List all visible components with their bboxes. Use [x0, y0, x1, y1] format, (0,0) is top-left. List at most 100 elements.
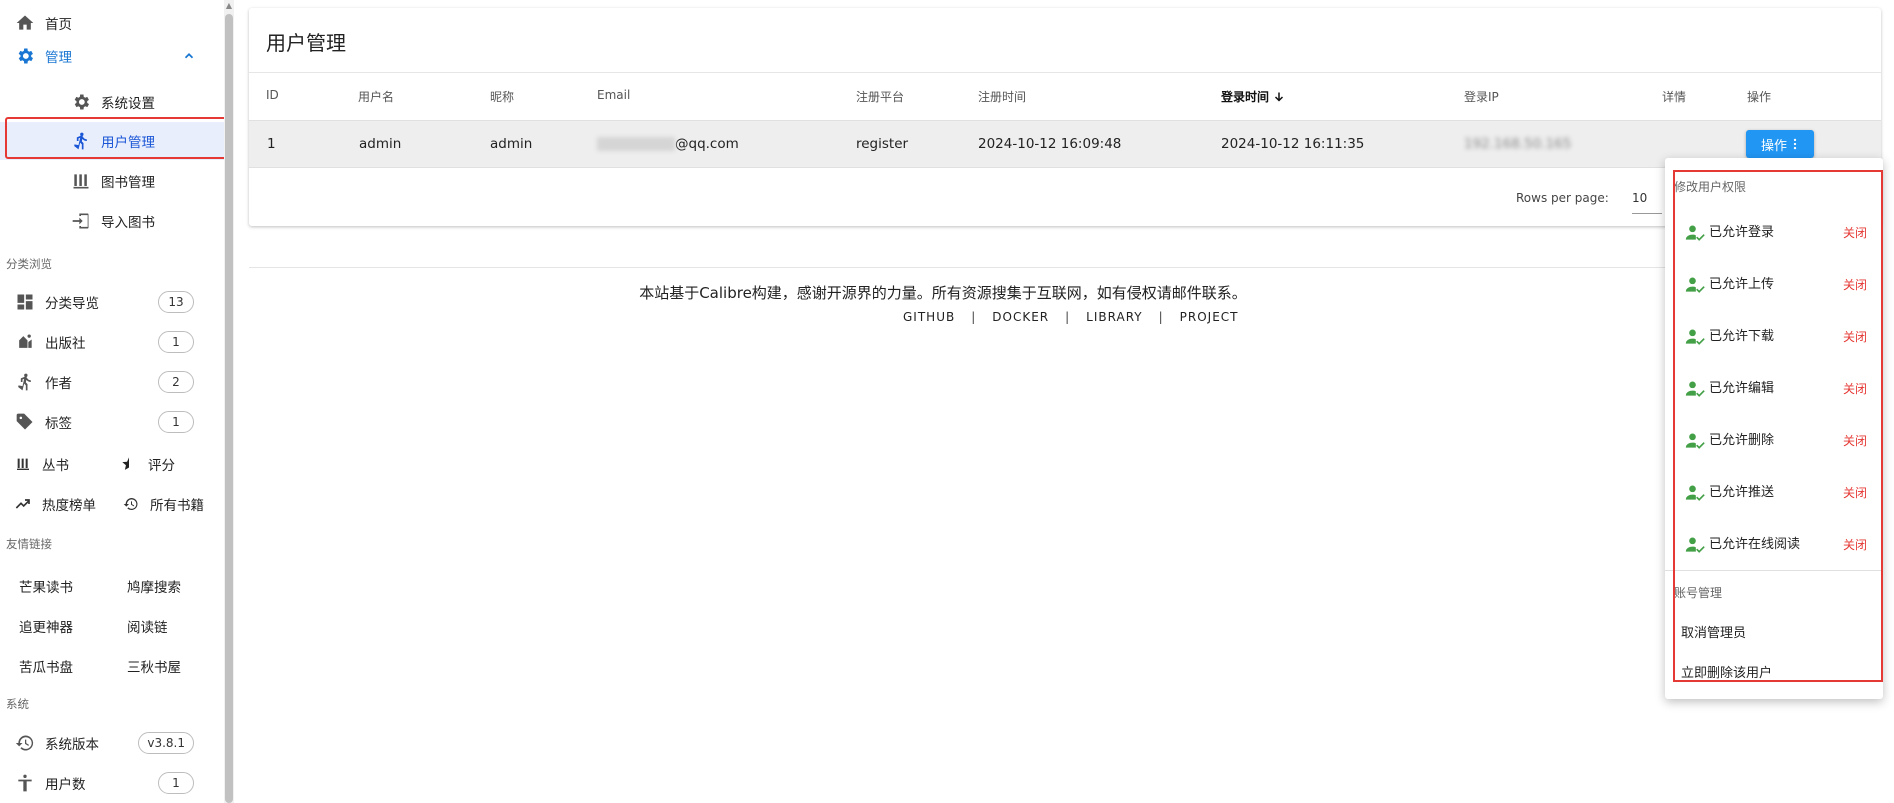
menu-item-label: 已允许登录: [1709, 225, 1775, 240]
sidebar-item-label: 图书管理: [101, 175, 155, 191]
friend-link[interactable]: 三秋书屋: [127, 656, 181, 676]
person-check-icon: [1685, 327, 1705, 347]
gear-icon: [70, 91, 92, 113]
footer-link-github[interactable]: GITHUB: [903, 310, 955, 324]
sidebar-item-book-management[interactable]: 图书管理: [0, 162, 224, 200]
sidebar-item-series[interactable]: 丛书: [14, 445, 69, 483]
col-detail[interactable]: 详情: [1662, 88, 1686, 105]
menu-item-allow-delete[interactable]: 已允许删除 关闭: [1665, 413, 1883, 465]
person-check-icon: [1685, 379, 1705, 399]
footer-link-project[interactable]: PROJECT: [1180, 310, 1239, 324]
col-id[interactable]: ID: [266, 88, 279, 102]
sidebar-item-label: 首页: [45, 17, 72, 33]
more-vert-icon: [1791, 137, 1799, 151]
sidebar-item-system-settings[interactable]: 系统设置: [0, 83, 224, 121]
sidebar-item-users[interactable]: 用户数 1: [0, 764, 224, 802]
menu-item-allow-push[interactable]: 已允许推送 关闭: [1665, 465, 1883, 517]
accessibility-icon: [14, 772, 36, 794]
select-underline: [1632, 213, 1662, 214]
sidebar-item-tags[interactable]: 标签 1: [0, 403, 224, 441]
col-login-ip[interactable]: 登录IP: [1464, 88, 1499, 105]
sidebar-item-all-books[interactable]: 所有书籍: [122, 485, 204, 523]
sidebar-item-label: 评分: [148, 458, 175, 474]
sidebar-item-label: 标签: [45, 416, 72, 432]
col-action[interactable]: 操作: [1747, 88, 1771, 105]
footer-link-docker[interactable]: DOCKER: [992, 310, 1049, 324]
library-icon: [14, 455, 32, 473]
count-badge: 13: [158, 291, 194, 313]
friend-link[interactable]: 鸠摩搜索: [127, 576, 181, 596]
sidebar-item-import-books[interactable]: 导入图书: [0, 202, 224, 240]
toggle-off-button[interactable]: 关闭: [1843, 380, 1867, 397]
cell-nickname: admin: [490, 136, 533, 152]
menu-item-label: 已允许编辑: [1709, 381, 1775, 396]
col-username[interactable]: 用户名: [358, 88, 394, 105]
friend-link[interactable]: 芒果读书: [19, 576, 73, 596]
toggle-off-button[interactable]: 关闭: [1843, 432, 1867, 449]
action-button[interactable]: 操作: [1746, 130, 1814, 158]
section-header-friends: 友情链接: [6, 537, 52, 551]
sidebar-scrollbar[interactable]: ▲: [224, 0, 234, 803]
person-check-icon: [1685, 431, 1705, 451]
footer-divider: [249, 267, 1881, 268]
col-platform[interactable]: 注册平台: [856, 88, 904, 105]
menu-item-revoke-admin[interactable]: 取消管理员: [1681, 622, 1746, 641]
chevron-up-icon[interactable]: [182, 49, 196, 67]
footer-link-library[interactable]: LIBRARY: [1086, 310, 1142, 324]
menu-item-allow-upload[interactable]: 已允许上传 关闭: [1665, 257, 1883, 309]
friend-link[interactable]: 阅读链: [127, 616, 168, 636]
separator: |: [971, 310, 977, 324]
section-header-system: 系统: [6, 697, 29, 711]
scrollbar-thumb[interactable]: [225, 14, 233, 803]
rows-per-page-select[interactable]: 10: [1632, 191, 1647, 205]
sidebar-item-author[interactable]: 作者 2: [0, 363, 224, 401]
trending-up-icon: [14, 495, 32, 513]
toggle-off-button[interactable]: 关闭: [1843, 484, 1867, 501]
menu-item-allow-login[interactable]: 已允许登录 关闭: [1665, 205, 1883, 257]
sidebar-item-rating[interactable]: 评分: [120, 445, 175, 483]
person-walk-icon: [14, 371, 36, 393]
scroll-up-arrow-icon[interactable]: ▲: [224, 0, 234, 12]
section-header-browse: 分类浏览: [6, 257, 52, 271]
sidebar-item-version[interactable]: 系统版本 v3.8.1: [0, 724, 224, 762]
publisher-icon: [14, 331, 36, 353]
toggle-off-button[interactable]: 关闭: [1843, 224, 1867, 241]
sidebar-item-publisher[interactable]: 出版社 1: [0, 323, 224, 361]
menu-item-allow-edit[interactable]: 已允许编辑 关闭: [1665, 361, 1883, 413]
menu-item-allow-online-read[interactable]: 已允许在线阅读 关闭: [1665, 517, 1883, 569]
dashboard-icon: [14, 291, 36, 313]
arrow-down-icon: [1273, 91, 1285, 106]
sidebar-item-user-management[interactable]: 用户管理: [0, 122, 224, 160]
star-half-icon: [120, 455, 138, 473]
history-icon: [14, 732, 36, 754]
col-nickname[interactable]: 昵称: [490, 88, 514, 105]
friend-link[interactable]: 追更神器: [19, 616, 73, 636]
col-login-time-label: 登录时间: [1221, 90, 1270, 104]
sidebar-item-label: 分类导览: [45, 296, 99, 312]
col-login-time[interactable]: 登录时间: [1221, 88, 1285, 106]
sidebar-item-admin[interactable]: 管理: [0, 37, 224, 75]
sidebar-item-label: 用户管理: [101, 135, 155, 151]
col-email[interactable]: Email: [597, 88, 630, 102]
sidebar-item-label: 管理: [45, 50, 72, 66]
menu-item-delete-user[interactable]: 立即删除该用户: [1681, 662, 1772, 681]
friend-link[interactable]: 苦瓜书盘: [19, 656, 73, 676]
menu-item-allow-download[interactable]: 已允许下载 关闭: [1665, 309, 1883, 361]
cell-id: 1: [267, 136, 276, 152]
cell-login-time: 2024-10-12 16:11:35: [1221, 136, 1365, 152]
col-reg-time[interactable]: 注册时间: [978, 88, 1026, 105]
person-check-icon: [1685, 223, 1705, 243]
person-check-icon: [1685, 535, 1705, 555]
menu-section-permissions: 修改用户权限: [1674, 180, 1747, 194]
sidebar-item-label: 出版社: [45, 336, 86, 352]
history-icon: [122, 495, 140, 513]
sidebar-item-hot[interactable]: 热度榜单: [14, 485, 96, 523]
tag-icon: [14, 411, 36, 433]
toggle-off-button[interactable]: 关闭: [1843, 536, 1867, 553]
sidebar-item-label: 所有书籍: [150, 498, 204, 514]
toggle-off-button[interactable]: 关闭: [1843, 276, 1867, 293]
rows-per-page-label: Rows per page:: [1516, 191, 1609, 205]
toggle-off-button[interactable]: 关闭: [1843, 328, 1867, 345]
menu-item-label: 已允许推送: [1709, 485, 1775, 500]
sidebar-item-category[interactable]: 分类导览 13: [0, 283, 224, 321]
